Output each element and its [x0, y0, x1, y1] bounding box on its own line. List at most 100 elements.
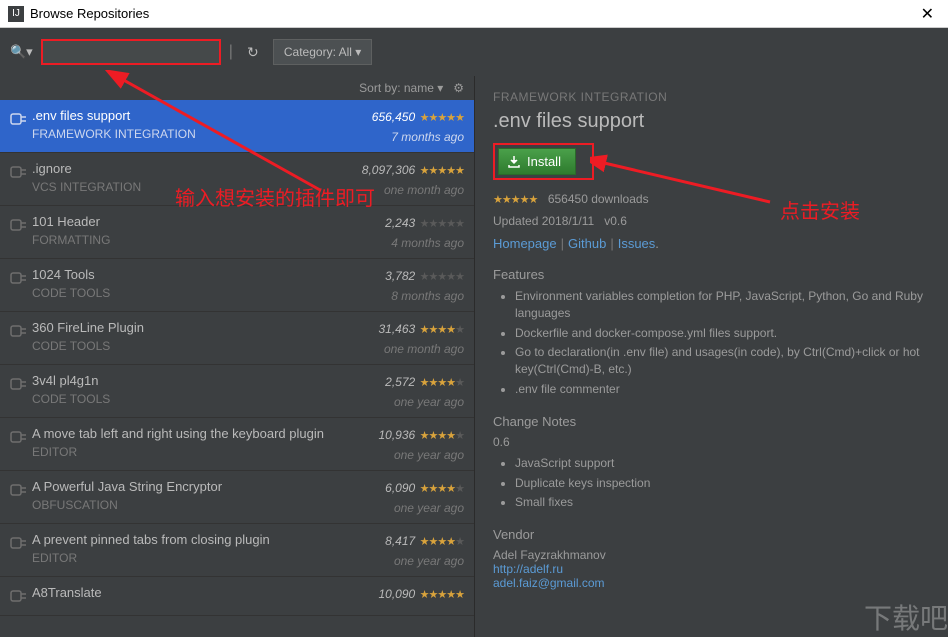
toolbar: 🔍▾ | ↻ Category: All ▾: [0, 28, 948, 76]
vendor-name: Adel Fayzrakhmanov: [493, 548, 930, 562]
plugin-icon: [6, 267, 32, 303]
vendor-url[interactable]: http://adelf.ru: [493, 562, 563, 576]
sortbar: Sort by: name ▾ ⚙: [0, 76, 474, 100]
plugin-name: 1024 Tools: [32, 267, 344, 282]
app-icon: IJ: [8, 6, 24, 22]
plugin-icon: [6, 532, 32, 568]
install-button[interactable]: Install: [498, 148, 576, 175]
plugin-icon: [6, 214, 32, 250]
plugin-downloads: 10,090: [378, 587, 415, 601]
changes-body: JavaScript support Duplicate keys inspect…: [493, 455, 930, 511]
gear-icon[interactable]: ⚙: [453, 81, 464, 95]
detail-name: .env files support: [493, 110, 930, 133]
search-sep: |: [229, 43, 233, 61]
plugin-rating: ★★★★★: [420, 111, 464, 124]
plugin-icon: [6, 479, 32, 515]
search-icon[interactable]: 🔍▾: [10, 44, 33, 60]
plugin-item[interactable]: A move tab left and right using the keyb…: [0, 418, 474, 471]
plugin-item[interactable]: 360 FireLine Plugin CODE TOOLS 31,463 ★★★★…: [0, 312, 474, 365]
plugin-category: CODE TOOLS: [32, 339, 344, 353]
plugin-icon: [6, 320, 32, 356]
plugin-downloads: 10,936: [378, 428, 415, 442]
plugin-item[interactable]: .ignoreVCS INTEGRATION8,097,306 ★★★★★one…: [0, 153, 474, 206]
plugin-downloads: 31,463: [378, 322, 415, 336]
plugin-date: one year ago: [344, 395, 464, 409]
plugin-category: VCS INTEGRATION: [32, 180, 344, 194]
detail-category: FRAMEWORK INTEGRATION: [493, 90, 930, 104]
plugin-date: 8 months ago: [344, 289, 464, 303]
plugin-rating: ★★★★★: [420, 376, 464, 389]
install-label: Install: [527, 154, 561, 169]
plugin-item[interactable]: 101 HeaderFORMATTING2,243 ★★★★★4 months …: [0, 206, 474, 259]
plugin-icon: [6, 585, 32, 607]
search-input[interactable]: [41, 39, 221, 65]
sort-dropdown[interactable]: Sort by: name ▾: [359, 81, 443, 95]
detail-rating: ★★★★★ 656450 downloads: [493, 190, 930, 208]
titlebar: IJ Browse Repositories ✕: [0, 0, 948, 28]
plugin-downloads: 6,090: [385, 481, 415, 495]
plugin-item[interactable]: A Powerful Java String Encryptor OBFUSCAT…: [0, 471, 474, 524]
plugin-item[interactable]: 1024 ToolsCODE TOOLS3,782 ★★★★★8 months …: [0, 259, 474, 312]
plugin-list-pane: Sort by: name ▾ ⚙ .env files supportFRAM…: [0, 76, 475, 637]
plugin-category: EDITOR: [32, 551, 344, 565]
plugin-date: one year ago: [344, 448, 464, 462]
plugin-date: one month ago: [344, 183, 464, 197]
plugin-name: 3v4l pl4g1n: [32, 373, 344, 388]
plugin-rating: ★★★★★: [420, 323, 464, 336]
feature-item: .env file commenter: [515, 381, 930, 398]
detail-pane: FRAMEWORK INTEGRATION .env files support…: [475, 76, 948, 637]
detail-updated: Updated 2018/1/11 v0.6: [493, 214, 930, 228]
plugin-name: A8Translate: [32, 585, 344, 600]
vendor-heading: Vendor: [493, 527, 930, 542]
plugin-item[interactable]: 3v4l pl4g1nCODE TOOLS2,572 ★★★★★one year…: [0, 365, 474, 418]
plugin-name: 101 Header: [32, 214, 344, 229]
plugin-category: EDITOR: [32, 445, 344, 459]
plugin-rating: ★★★★★: [420, 217, 464, 230]
plugin-rating: ★★★★★: [420, 270, 464, 283]
plugin-item[interactable]: .env files supportFRAMEWORK INTEGRATION6…: [0, 100, 474, 153]
vendor-mail[interactable]: adel.faiz@gmail.com: [493, 576, 605, 590]
plugin-downloads: 8,417: [385, 534, 415, 548]
change-item: JavaScript support: [515, 455, 930, 472]
detail-downloads: 656450 downloads: [548, 192, 649, 206]
changes-heading: Change Notes: [493, 414, 930, 429]
plugin-icon: [6, 373, 32, 409]
close-icon[interactable]: ✕: [915, 4, 940, 24]
refresh-icon[interactable]: ↻: [241, 40, 265, 64]
plugin-category: CODE TOOLS: [32, 286, 344, 300]
link-issues[interactable]: Issues: [618, 236, 656, 251]
link-homepage[interactable]: Homepage: [493, 236, 557, 251]
feature-item: Environment variables completion for PHP…: [515, 288, 930, 322]
plugin-date: one year ago: [344, 554, 464, 568]
plugin-category: FRAMEWORK INTEGRATION: [32, 127, 344, 141]
plugin-date: one month ago: [344, 342, 464, 356]
plugin-date: 7 months ago: [344, 130, 464, 144]
plugin-date: one year ago: [344, 501, 464, 515]
features-body: Environment variables completion for PHP…: [493, 288, 930, 398]
plugin-category: FORMATTING: [32, 233, 344, 247]
plugin-name: .ignore: [32, 161, 344, 176]
plugin-downloads: 2,243: [385, 216, 415, 230]
plugin-icon: [6, 426, 32, 462]
plugin-category: OBFUSCATION: [32, 498, 344, 512]
plugin-name: A Powerful Java String Encryptor: [32, 479, 344, 494]
plugin-rating: ★★★★★: [420, 164, 464, 177]
link-github[interactable]: Github: [568, 236, 606, 251]
plugin-rating: ★★★★★: [420, 429, 464, 442]
feature-item: Dockerfile and docker-compose.yml files …: [515, 325, 930, 342]
category-dropdown[interactable]: Category: All ▾: [273, 39, 372, 65]
detail-links: Homepage|Github|Issues.: [493, 236, 930, 251]
plugin-item[interactable]: A prevent pinned tabs from closing plugi…: [0, 524, 474, 577]
plugin-rating: ★★★★★: [420, 588, 464, 601]
plugin-item[interactable]: A8Translate 10,090 ★★★★★: [0, 577, 474, 616]
plugin-rating: ★★★★★: [420, 535, 464, 548]
plugin-rating: ★★★★★: [420, 482, 464, 495]
plugin-name: 360 FireLine Plugin: [32, 320, 344, 335]
plugin-icon: [6, 161, 32, 197]
plugin-downloads: 656,450: [372, 110, 415, 124]
download-icon: [507, 155, 521, 169]
change-item: Duplicate keys inspection: [515, 475, 930, 492]
changes-version: 0.6: [493, 435, 930, 449]
plugin-category: CODE TOOLS: [32, 392, 344, 406]
plugin-name: A move tab left and right using the keyb…: [32, 426, 344, 441]
